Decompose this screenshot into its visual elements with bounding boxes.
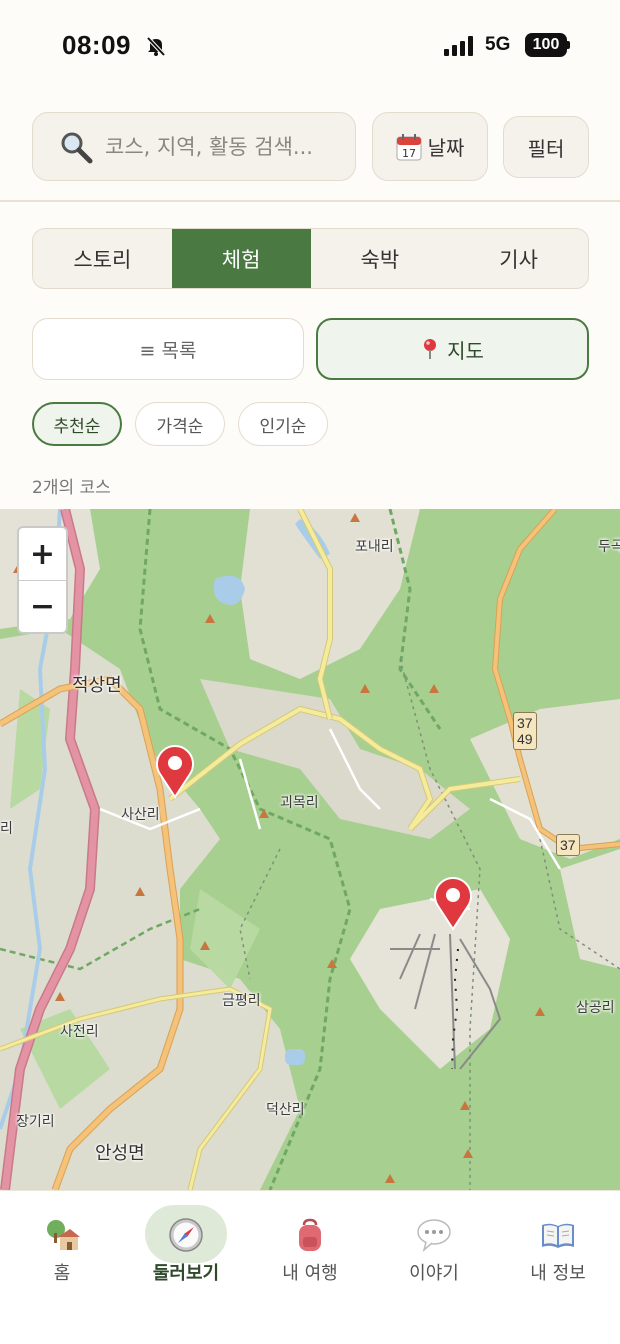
map-label-goemok-ri: 괴목리 xyxy=(280,795,319,811)
nav-explore-label: 둘러보기 xyxy=(152,1263,220,1284)
backpack-icon xyxy=(299,1218,321,1251)
zoom-out-button[interactable]: − xyxy=(19,580,66,632)
nav-my-info[interactable]: 내 정보 xyxy=(496,1191,620,1301)
signal-icon xyxy=(444,36,473,56)
search-box[interactable] xyxy=(32,112,356,181)
pin-icon xyxy=(424,339,437,359)
filter-button[interactable]: 필터 xyxy=(503,116,589,178)
date-button[interactable]: 17 날짜 xyxy=(372,112,488,181)
bottom-nav: 홈 둘러보기 내 여행 이야기 내 정보 xyxy=(0,1190,620,1344)
speech-bubble-icon xyxy=(417,1219,451,1253)
map-label-jeoksang-myeon: 적상면 xyxy=(72,675,122,696)
map-label-sasan-ri: 사산리 xyxy=(121,807,160,823)
map-view[interactable]: 포내리 두곡 적상면 사산리 괴목리 금평리 사전리 장기리 안성면 덕산리 삼… xyxy=(0,509,620,1190)
map-label-sajeon-ri: 사전리 xyxy=(60,1024,99,1040)
route-shield-number: 49 xyxy=(517,731,533,747)
map-label-ponae-ri: 포내리 xyxy=(355,539,394,555)
map-marker-pin-icon[interactable] xyxy=(430,873,476,931)
search-icon xyxy=(61,132,93,163)
status-bar: 08:09 5G 100 xyxy=(0,0,620,92)
list-view-button[interactable]: ≡ 목록 xyxy=(32,318,304,380)
book-icon xyxy=(542,1223,574,1248)
filter-button-label: 필터 xyxy=(527,136,565,161)
nav-stories-label: 이야기 xyxy=(409,1263,459,1284)
map-label-deoksan-ri: 덕산리 xyxy=(266,1102,305,1118)
tab-lodging[interactable]: 숙박 xyxy=(311,229,450,288)
route-shield-number: 37 xyxy=(517,715,533,731)
nav-stories[interactable]: 이야기 xyxy=(372,1191,496,1301)
nav-explore[interactable]: 둘러보기 xyxy=(124,1191,248,1301)
map-label-dugok: 두곡 xyxy=(598,539,620,555)
map-label-edge-ri: 리 xyxy=(0,821,13,837)
tab-experience[interactable]: 체험 xyxy=(171,229,311,288)
zoom-in-button[interactable]: + xyxy=(19,528,66,580)
route-shield-number: 37 xyxy=(560,837,576,853)
header-divider xyxy=(0,200,620,202)
result-count: 2개의 코스 xyxy=(32,478,111,498)
nav-my-trip[interactable]: 내 여행 xyxy=(248,1191,372,1301)
map-label-janggi-ri: 장기리 xyxy=(16,1114,55,1130)
map-tiles xyxy=(0,509,620,1190)
search-input[interactable] xyxy=(105,134,335,159)
tab-articles[interactable]: 기사 xyxy=(449,229,588,288)
category-tabs: 스토리 체험 숙박 기사 xyxy=(32,228,589,289)
map-marker-pin-icon[interactable] xyxy=(152,741,198,799)
zoom-controls: + − xyxy=(17,526,68,634)
map-label-anseong-myeon: 안성면 xyxy=(95,1143,145,1164)
sort-chip-recommended[interactable]: 추천순 xyxy=(32,402,122,446)
map-view-button[interactable]: 지도 xyxy=(316,318,589,380)
nav-my-info-label: 내 정보 xyxy=(530,1263,586,1284)
sort-chip-popular[interactable]: 인기순 xyxy=(238,402,328,446)
date-button-label: 날짜 xyxy=(427,136,465,160)
nav-home-label: 홈 xyxy=(53,1263,71,1284)
compass-icon xyxy=(169,1218,203,1252)
home-icon xyxy=(47,1220,80,1250)
calendar-icon: 17 xyxy=(396,133,422,160)
route-shield: 37 49 xyxy=(513,712,537,750)
map-view-label: 지도 xyxy=(447,338,484,363)
nav-home[interactable]: 홈 xyxy=(0,1191,124,1301)
battery-indicator: 100 xyxy=(525,33,567,57)
route-shield: 37 xyxy=(556,834,580,856)
status-time: 08:09 xyxy=(62,30,131,60)
list-view-label: ≡ 목록 xyxy=(139,339,197,362)
bell-off-icon xyxy=(146,36,166,57)
svg-text:17: 17 xyxy=(402,147,416,160)
network-label: 5G xyxy=(485,34,511,55)
sort-chip-price[interactable]: 가격순 xyxy=(135,402,225,446)
map-label-geumpyeong-ri: 금평리 xyxy=(222,993,261,1009)
battery-tip xyxy=(567,41,570,49)
nav-my-trip-label: 내 여행 xyxy=(282,1263,338,1284)
map-label-samgong-ri: 삼공리 xyxy=(576,1000,615,1016)
tab-story[interactable]: 스토리 xyxy=(33,229,172,288)
